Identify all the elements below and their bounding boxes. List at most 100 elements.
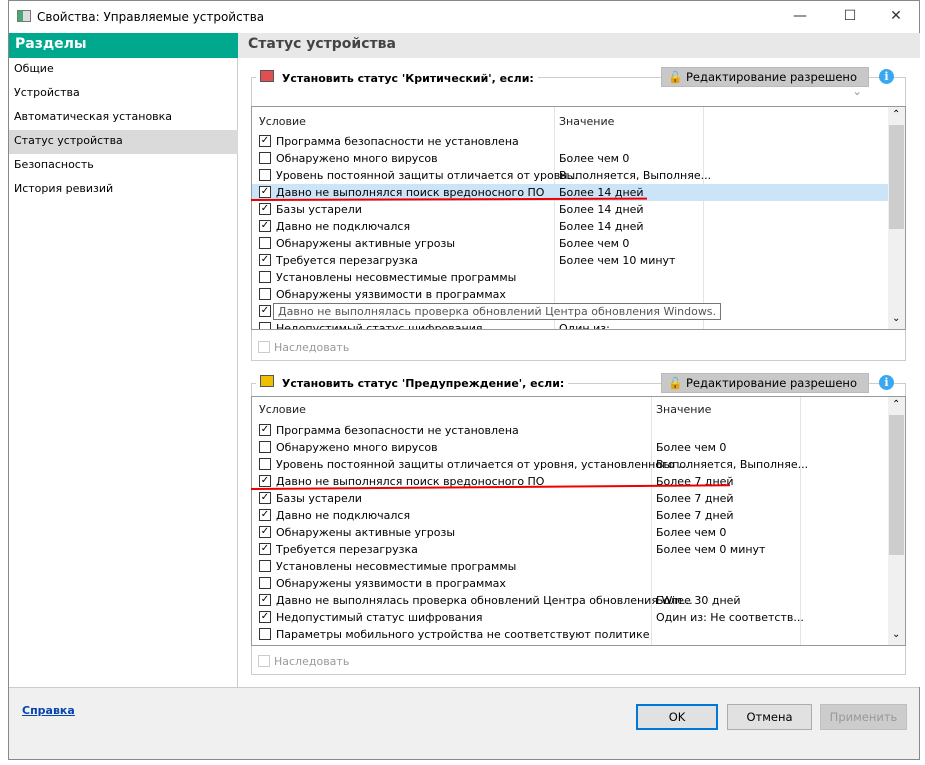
- condition-checkbox[interactable]: [259, 441, 271, 453]
- condition-value[interactable]: Более 7 дней: [656, 492, 734, 505]
- table-row[interactable]: Обнаружено много вирусов Более чем 0: [252, 150, 888, 167]
- scroll-down-icon[interactable]: ⌄: [892, 629, 900, 640]
- apply-button[interactable]: Применить: [820, 704, 907, 730]
- condition-checkbox[interactable]: ✓: [259, 424, 271, 436]
- condition-checkbox[interactable]: ✓: [259, 186, 271, 198]
- condition-value[interactable]: Более чем 0: [559, 152, 629, 165]
- condition-value[interactable]: Более 14 дней: [559, 203, 644, 216]
- condition-value[interactable]: Один из: Не соответств...: [656, 611, 804, 624]
- sidebar-item-auto-install[interactable]: Автоматическая установка: [9, 106, 238, 130]
- condition-checkbox[interactable]: ✓: [259, 543, 271, 555]
- condition-value[interactable]: Более 7 дней: [656, 509, 734, 522]
- table-row[interactable]: Параметры мобильного устройства не соотв…: [252, 626, 888, 643]
- condition-checkbox[interactable]: [259, 169, 271, 181]
- table-row[interactable]: ✓ Недопустимый статус шифрования Один из: …: [252, 609, 888, 626]
- condition-checkbox[interactable]: ✓: [259, 220, 271, 232]
- column-header-value[interactable]: Значение: [559, 115, 614, 128]
- condition-checkbox[interactable]: ✓: [259, 611, 271, 623]
- chevron-down-icon: ⌄: [852, 84, 862, 98]
- sidebar-item-security[interactable]: Безопасность: [9, 154, 238, 178]
- condition-checkbox[interactable]: [259, 152, 271, 164]
- column-header-condition[interactable]: Условие: [259, 403, 306, 416]
- vertical-scrollbar[interactable]: ⌃ ⌄: [888, 107, 905, 329]
- table-row[interactable]: ✓ Давно не подключался Более 7 дней: [252, 507, 888, 524]
- condition-checkbox[interactable]: ✓: [259, 254, 271, 266]
- condition-checkbox[interactable]: [259, 458, 271, 470]
- condition-label: Давно не подключался: [276, 509, 411, 522]
- warning-inherit-checkbox[interactable]: Наследовать: [258, 655, 349, 668]
- close-button[interactable]: ✕: [873, 1, 919, 31]
- critical-lock-dropdown[interactable]: 🔓 Редактирование разрешено ⌄: [661, 67, 869, 98]
- sidebar-item-devices[interactable]: Устройства: [9, 82, 238, 106]
- table-row[interactable]: Уровень постоянной защиты отличается от …: [252, 167, 888, 184]
- table-row[interactable]: ✓ Требуется перезагрузка Более чем 0 минут: [252, 541, 888, 558]
- scroll-up-icon[interactable]: ⌃: [892, 399, 900, 410]
- table-row[interactable]: Обнаружено много вирусов Более чем 0: [252, 439, 888, 456]
- condition-checkbox[interactable]: ✓: [259, 475, 271, 487]
- scroll-up-icon[interactable]: ⌃: [892, 109, 900, 120]
- table-row[interactable]: Установлены несовместимые программы: [252, 558, 888, 575]
- column-header-condition[interactable]: Условие: [259, 115, 306, 128]
- table-row[interactable]: ✓ Обнаружены активные угрозы Более чем 0: [252, 524, 888, 541]
- condition-checkbox[interactable]: [259, 322, 271, 329]
- table-row[interactable]: Уровень постоянной защиты отличается от …: [252, 456, 888, 473]
- condition-checkbox[interactable]: [259, 577, 271, 589]
- table-row[interactable]: Установлены несовместимые программы: [252, 269, 888, 286]
- condition-value[interactable]: Более чем 0: [656, 526, 726, 539]
- condition-checkbox[interactable]: [259, 288, 271, 300]
- table-row[interactable]: ✓ Базы устарели Более 7 дней: [252, 490, 888, 507]
- condition-value[interactable]: Более 14 дней: [559, 220, 644, 233]
- minimize-button[interactable]: —: [777, 1, 823, 31]
- column-header-value[interactable]: Значение: [656, 403, 711, 416]
- condition-checkbox[interactable]: [259, 560, 271, 572]
- info-icon[interactable]: i: [879, 375, 894, 390]
- condition-checkbox[interactable]: ✓: [259, 526, 271, 538]
- condition-checkbox[interactable]: ✓: [259, 492, 271, 504]
- table-row[interactable]: ✓ Программа безопасности не установлена: [252, 133, 888, 150]
- condition-value[interactable]: Более чем 0: [656, 441, 726, 454]
- table-row[interactable]: ✓ Базы устарели Более 14 дней: [252, 201, 888, 218]
- table-row[interactable]: Обнаружены уязвимости в программах: [252, 575, 888, 592]
- condition-value[interactable]: Более 30 дней: [656, 594, 741, 607]
- sidebar-item-device-status[interactable]: Статус устройства: [9, 130, 238, 154]
- critical-inherit-checkbox[interactable]: Наследовать: [258, 341, 349, 354]
- condition-value[interactable]: Выполняется, Выполняе...: [559, 169, 711, 182]
- condition-checkbox[interactable]: ✓: [259, 203, 271, 215]
- condition-checkbox[interactable]: ✓: [259, 305, 271, 317]
- inherit-label: Наследовать: [274, 655, 350, 668]
- condition-value[interactable]: Более чем 10 минут: [559, 254, 675, 267]
- maximize-button[interactable]: ☐: [827, 1, 873, 31]
- table-row[interactable]: ✓ Требуется перезагрузка Более чем 10 мину…: [252, 252, 888, 269]
- condition-checkbox[interactable]: [259, 271, 271, 283]
- condition-checkbox[interactable]: ✓: [259, 509, 271, 521]
- table-row[interactable]: ✓ Давно не выполнялась проверка обновлени…: [252, 592, 888, 609]
- help-link[interactable]: Справка: [22, 704, 75, 717]
- scrollbar-thumb[interactable]: [889, 415, 904, 555]
- cancel-button[interactable]: Отмена: [727, 704, 812, 730]
- condition-checkbox[interactable]: ✓: [259, 594, 271, 606]
- table-row[interactable]: ✓ Давно не подключался Более 14 дней: [252, 218, 888, 235]
- condition-checkbox[interactable]: [259, 237, 271, 249]
- condition-label: Недопустимый статус шифрования: [276, 611, 483, 624]
- scrollbar-thumb[interactable]: [889, 125, 904, 229]
- condition-label: Программа безопасности не установлена: [276, 135, 519, 148]
- monitor-red-icon: [260, 70, 274, 82]
- table-row[interactable]: ✓ Программа безопасности не установлена: [252, 422, 888, 439]
- condition-value[interactable]: Один из:: [559, 322, 610, 329]
- condition-label: Давно не подключался: [276, 220, 411, 233]
- sidebar-item-general[interactable]: Общие: [9, 58, 238, 82]
- vertical-scrollbar[interactable]: ⌃ ⌄: [888, 397, 905, 645]
- condition-checkbox[interactable]: ✓: [259, 135, 271, 147]
- sidebar-item-revision-history[interactable]: История ревизий: [9, 178, 238, 202]
- info-icon[interactable]: i: [879, 69, 894, 84]
- warning-lock-dropdown[interactable]: 🔓 Редактирование разрешено ⌄: [661, 373, 869, 404]
- condition-value[interactable]: Более чем 0: [559, 237, 629, 250]
- ok-button[interactable]: OK: [636, 704, 718, 730]
- table-row[interactable]: Недопустимый статус шифрования Один из:: [252, 320, 888, 329]
- condition-value[interactable]: Более чем 0 минут: [656, 543, 765, 556]
- table-row[interactable]: Обнаружены уязвимости в программах: [252, 286, 888, 303]
- condition-value[interactable]: Выполняется, Выполняе...: [656, 458, 808, 471]
- scroll-down-icon[interactable]: ⌄: [892, 313, 900, 324]
- table-row[interactable]: Обнаружены активные угрозы Более чем 0: [252, 235, 888, 252]
- condition-checkbox[interactable]: [259, 628, 271, 640]
